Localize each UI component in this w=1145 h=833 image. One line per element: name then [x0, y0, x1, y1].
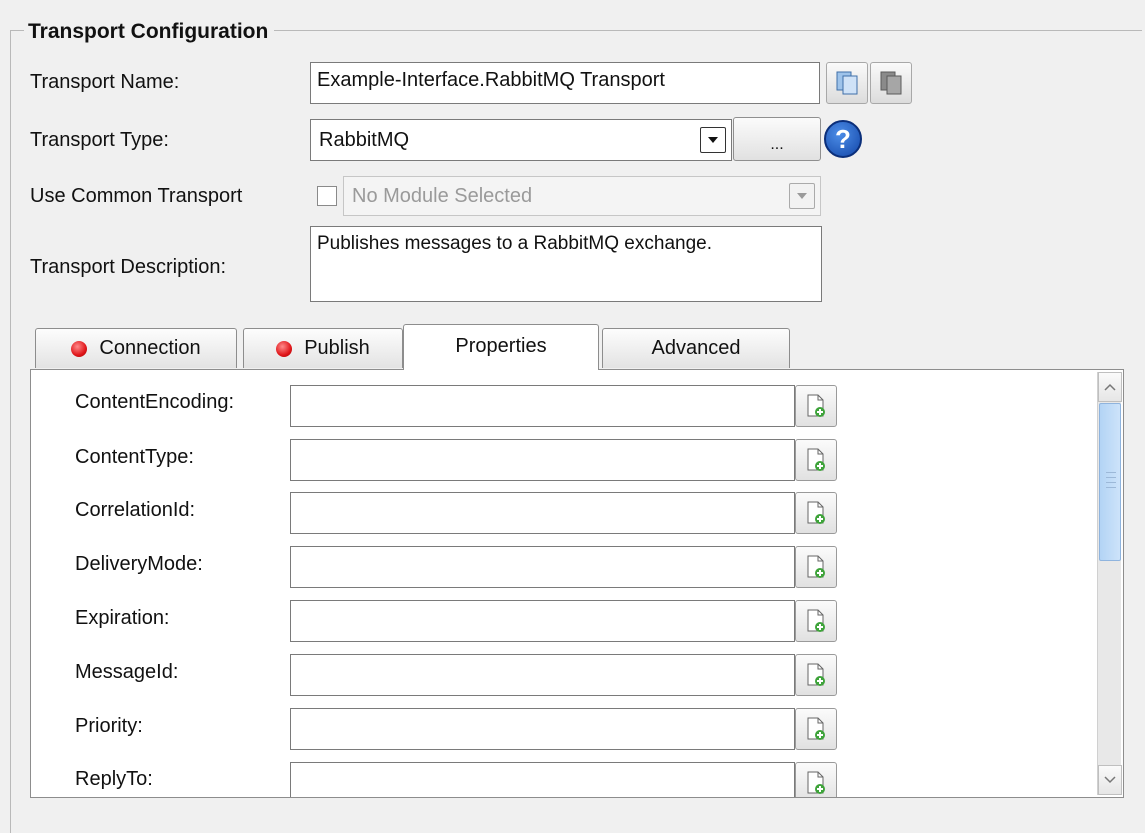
scroll-thumb[interactable]: [1099, 403, 1121, 561]
scroll-down-button[interactable]: [1098, 765, 1122, 795]
add-expiration-button[interactable]: [795, 600, 837, 642]
add-priority-button[interactable]: [795, 708, 837, 750]
transport-description-label: Transport Description:: [30, 256, 226, 278]
chevron-down-icon: [1104, 776, 1116, 784]
tab-publish[interactable]: Publish: [243, 328, 403, 368]
tab-properties[interactable]: Properties: [403, 324, 599, 370]
transport-configuration-window: Transport Configuration Transport Name: …: [0, 0, 1145, 833]
property-label-deliverymode: DeliveryMode:: [75, 553, 203, 575]
property-label-correlationid: CorrelationId:: [75, 499, 196, 521]
chevron-up-icon: [1104, 383, 1116, 391]
transport-type-value: RabbitMQ: [319, 129, 410, 151]
tab-advanced[interactable]: Advanced: [602, 328, 790, 368]
scroll-up-button[interactable]: [1098, 372, 1122, 402]
properties-panel: ContentEncoding: ContentType: Correlatio…: [30, 369, 1124, 798]
add-document-icon: [807, 555, 825, 578]
common-module-dropdown[interactable]: No Module Selected: [343, 176, 821, 216]
add-contentencoding-button[interactable]: [795, 385, 837, 427]
copy-disabled-icon: [880, 71, 902, 95]
property-input-replyto[interactable]: [290, 762, 795, 797]
property-label-expiration: Expiration:: [75, 607, 170, 629]
error-dot-icon: [71, 340, 88, 357]
property-label-priority: Priority:: [75, 715, 143, 737]
add-document-icon: [807, 501, 825, 524]
add-replyto-button[interactable]: [795, 762, 837, 797]
property-input-messageid[interactable]: [290, 654, 795, 696]
property-label-contentencoding: ContentEncoding:: [75, 391, 235, 413]
transport-description-input[interactable]: Publishes messages to a RabbitMQ exchang…: [310, 226, 822, 302]
add-document-icon: [807, 609, 825, 632]
transport-name-input[interactable]: Example-Interface.RabbitMQ Transport: [310, 62, 820, 104]
vertical-scrollbar[interactable]: [1097, 372, 1122, 795]
property-input-deliverymode[interactable]: [290, 546, 795, 588]
tab-connection-label: Connection: [99, 337, 201, 359]
chevron-down-icon[interactable]: [700, 127, 726, 153]
copy-button[interactable]: [826, 62, 868, 104]
property-input-contentencoding[interactable]: [290, 385, 795, 427]
property-input-expiration[interactable]: [290, 600, 795, 642]
add-document-icon: [807, 394, 825, 417]
add-contenttype-button[interactable]: [795, 439, 837, 481]
transport-type-dropdown[interactable]: RabbitMQ: [310, 119, 732, 161]
transport-name-label: Transport Name:: [30, 71, 180, 93]
tab-properties-label: Properties: [455, 335, 547, 357]
tab-connection[interactable]: Connection: [35, 328, 237, 368]
use-common-transport-label: Use Common Transport: [30, 185, 243, 207]
property-label-replyto: ReplyTo:: [75, 768, 153, 790]
add-document-icon: [807, 663, 825, 686]
tab-advanced-label: Advanced: [651, 337, 741, 359]
property-input-correlationid[interactable]: [290, 492, 795, 534]
copy-disabled-button[interactable]: [870, 62, 912, 104]
group-title: Transport Configuration: [24, 20, 275, 44]
transport-type-label: Transport Type:: [30, 129, 169, 151]
property-label-messageid: MessageId:: [75, 661, 179, 683]
add-document-icon: [807, 448, 825, 471]
tab-publish-label: Publish: [304, 337, 370, 359]
help-icon[interactable]: ?: [824, 120, 862, 158]
add-correlationid-button[interactable]: [795, 492, 837, 534]
property-input-priority[interactable]: [290, 708, 795, 750]
use-common-transport-checkbox[interactable]: [317, 186, 337, 206]
property-label-contenttype: ContentType:: [75, 446, 194, 468]
add-document-icon: [807, 771, 825, 794]
chevron-down-icon[interactable]: [789, 183, 815, 209]
property-input-contenttype[interactable]: [290, 439, 795, 481]
copy-icon: [836, 71, 858, 95]
browse-transport-button[interactable]: ...: [733, 117, 821, 161]
add-messageid-button[interactable]: [795, 654, 837, 696]
common-module-value: No Module Selected: [352, 185, 533, 207]
add-document-icon: [807, 717, 825, 740]
error-dot-icon: [276, 340, 293, 357]
add-deliverymode-button[interactable]: [795, 546, 837, 588]
